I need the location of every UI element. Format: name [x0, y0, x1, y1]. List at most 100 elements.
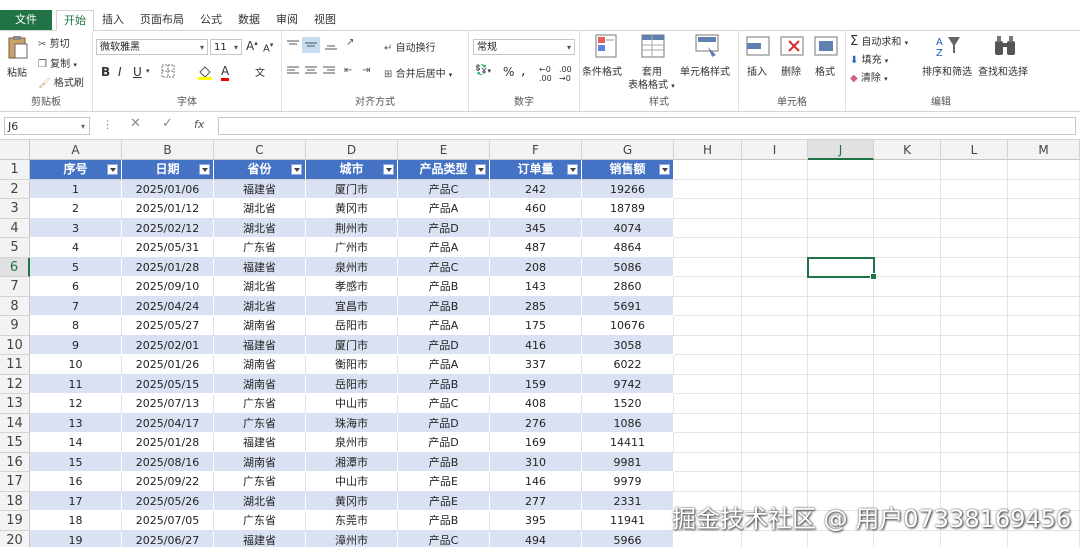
empty-cell[interactable]: [874, 394, 941, 414]
empty-cell[interactable]: [874, 160, 941, 180]
empty-cell[interactable]: [1008, 296, 1080, 316]
column-header-f[interactable]: F: [490, 140, 582, 160]
format-cells-button[interactable]: 格式: [815, 63, 835, 78]
table-cell[interactable]: 5691: [582, 296, 674, 316]
row-header[interactable]: 9: [0, 316, 30, 336]
table-cell[interactable]: 福建省: [214, 257, 306, 277]
empty-cell[interactable]: [1008, 277, 1080, 297]
table-cell[interactable]: 9981: [582, 452, 674, 472]
column-header-d[interactable]: D: [306, 140, 398, 160]
table-cell[interactable]: 408: [490, 394, 582, 414]
tab-review[interactable]: 审阅: [270, 10, 304, 30]
table-cell[interactable]: 5: [30, 257, 122, 277]
table-cell[interactable]: 广东省: [214, 394, 306, 414]
table-cell[interactable]: 2025/04/24: [122, 296, 214, 316]
empty-cell[interactable]: [1008, 452, 1080, 472]
table-cell[interactable]: 14: [30, 433, 122, 453]
empty-cell[interactable]: [808, 374, 874, 394]
table-cell[interactable]: 9: [30, 335, 122, 355]
empty-cell[interactable]: [1008, 199, 1080, 219]
table-cell[interactable]: 18789: [582, 199, 674, 219]
empty-cell[interactable]: [742, 257, 808, 277]
italic-button[interactable]: I: [118, 65, 122, 79]
table-cell[interactable]: 19266: [582, 179, 674, 199]
tab-file[interactable]: 文件: [0, 10, 52, 30]
table-cell[interactable]: 9979: [582, 472, 674, 492]
empty-cell[interactable]: [1008, 218, 1080, 238]
insert-function-button[interactable]: fx: [194, 118, 204, 131]
empty-cell[interactable]: [674, 452, 742, 472]
grow-font-button[interactable]: A▴: [246, 39, 258, 53]
empty-cell[interactable]: [808, 433, 874, 453]
filter-dropdown-icon[interactable]: [475, 164, 486, 175]
row-header[interactable]: 18: [0, 491, 30, 511]
column-header-k[interactable]: K: [874, 140, 941, 160]
table-cell[interactable]: 湖北省: [214, 199, 306, 219]
empty-cell[interactable]: [874, 335, 941, 355]
table-cell[interactable]: 泉州市: [306, 257, 398, 277]
shrink-font-button[interactable]: A▾: [263, 41, 273, 54]
table-header-cell[interactable]: 销售额: [582, 160, 674, 180]
tab-data[interactable]: 数据: [232, 10, 266, 30]
table-cell[interactable]: 2025/04/17: [122, 413, 214, 433]
table-cell[interactable]: 产品B: [398, 277, 490, 297]
table-cell[interactable]: 1: [30, 179, 122, 199]
empty-cell[interactable]: [1008, 179, 1080, 199]
row-header[interactable]: 3: [0, 199, 30, 219]
table-cell[interactable]: 3: [30, 218, 122, 238]
font-color-button[interactable]: A: [221, 64, 230, 81]
table-cell[interactable]: 福建省: [214, 179, 306, 199]
filter-dropdown-icon[interactable]: [567, 164, 578, 175]
table-cell[interactable]: 143: [490, 277, 582, 297]
row-header[interactable]: 7: [0, 277, 30, 297]
empty-cell[interactable]: [674, 199, 742, 219]
row-header[interactable]: 14: [0, 413, 30, 433]
table-cell[interactable]: 6: [30, 277, 122, 297]
align-right-button[interactable]: [322, 65, 336, 80]
table-cell[interactable]: 产品D: [398, 433, 490, 453]
empty-cell[interactable]: [1008, 335, 1080, 355]
table-cell[interactable]: 广东省: [214, 511, 306, 531]
empty-cell[interactable]: [742, 316, 808, 336]
empty-cell[interactable]: [808, 277, 874, 297]
empty-cell[interactable]: [742, 472, 808, 492]
find-select-button[interactable]: 查找和选择: [978, 63, 1028, 78]
cancel-icon[interactable]: ✕: [130, 116, 141, 131]
filter-dropdown-icon[interactable]: [291, 164, 302, 175]
insert-cells-button[interactable]: 插入: [747, 63, 767, 78]
table-cell[interactable]: 12: [30, 394, 122, 414]
formula-input[interactable]: [218, 117, 1076, 135]
table-cell[interactable]: 1520: [582, 394, 674, 414]
table-cell[interactable]: 产品E: [398, 472, 490, 492]
table-cell[interactable]: 2025/09/22: [122, 472, 214, 492]
empty-cell[interactable]: [742, 355, 808, 375]
table-cell[interactable]: 2025/07/13: [122, 394, 214, 414]
empty-cell[interactable]: [674, 160, 742, 180]
empty-cell[interactable]: [874, 355, 941, 375]
table-cell[interactable]: 2025/01/06: [122, 179, 214, 199]
row-header[interactable]: 17: [0, 472, 30, 492]
table-cell[interactable]: 湘潭市: [306, 452, 398, 472]
table-cell[interactable]: 衡阳市: [306, 355, 398, 375]
empty-cell[interactable]: [808, 199, 874, 219]
border-button[interactable]: [161, 64, 175, 81]
table-cell[interactable]: 2025/05/26: [122, 491, 214, 511]
table-cell[interactable]: 2025/01/26: [122, 355, 214, 375]
empty-cell[interactable]: [742, 413, 808, 433]
table-cell[interactable]: 黄冈市: [306, 491, 398, 511]
name-box[interactable]: J6 ▾: [4, 117, 90, 135]
empty-cell[interactable]: [941, 179, 1008, 199]
paste-button[interactable]: [6, 35, 30, 64]
table-cell[interactable]: 2025/05/31: [122, 238, 214, 258]
wrap-text-button[interactable]: ↵ 自动换行: [384, 39, 436, 54]
table-cell[interactable]: 产品B: [398, 296, 490, 316]
table-cell[interactable]: 310: [490, 452, 582, 472]
empty-cell[interactable]: [742, 277, 808, 297]
empty-cell[interactable]: [874, 238, 941, 258]
percent-button[interactable]: %: [503, 65, 514, 79]
align-bottom-button[interactable]: [324, 39, 338, 54]
table-cell[interactable]: 2025/01/28: [122, 257, 214, 277]
table-cell[interactable]: 8: [30, 316, 122, 336]
empty-cell[interactable]: [874, 316, 941, 336]
table-header-cell[interactable]: 省份: [214, 160, 306, 180]
